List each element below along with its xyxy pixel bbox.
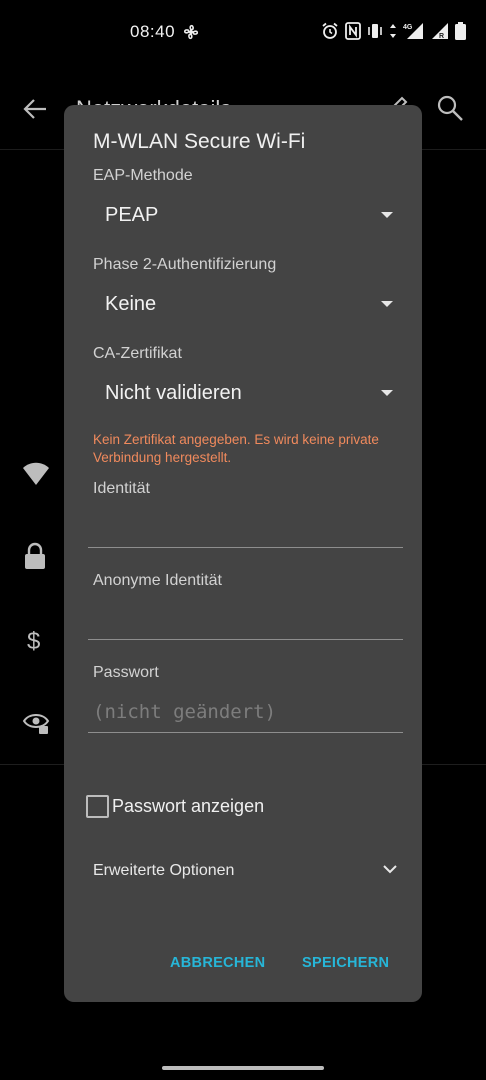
anonymous-identity-field-container	[88, 600, 403, 640]
ca-certificate-value: Nicht validieren	[105, 382, 242, 404]
show-password-checkbox[interactable]	[86, 794, 109, 818]
password-field[interactable]	[93, 695, 393, 729]
password-label: Passwort	[93, 664, 159, 681]
home-indicator[interactable]	[162, 1066, 324, 1070]
show-password-row[interactable]: Passwort anzeigen	[86, 793, 264, 819]
identity-field-container	[88, 508, 403, 548]
password-field-container	[88, 693, 403, 733]
ca-certificate-label: CA-Zertifikat	[93, 345, 182, 362]
eap-method-dropdown[interactable]: PEAP	[93, 196, 393, 236]
show-password-label[interactable]: Passwort anzeigen	[112, 796, 264, 817]
save-button[interactable]: SPEICHERN	[302, 955, 389, 971]
eap-method-dropdown-arrow-icon	[381, 212, 393, 218]
eap-method-value: PEAP	[105, 204, 159, 226]
phase2-auth-dropdown-arrow-icon	[381, 301, 393, 307]
phase2-auth-value: Keine	[105, 293, 157, 315]
identity-field[interactable]	[93, 510, 393, 544]
advanced-options-label: Erweiterte Optionen	[93, 862, 235, 879]
phase2-auth-dropdown[interactable]: Keine	[93, 285, 393, 325]
identity-label: Identität	[93, 480, 150, 497]
ca-certificate-dropdown-arrow-icon	[381, 390, 393, 396]
anonymous-identity-label: Anonyme Identität	[93, 572, 222, 589]
advanced-options-row[interactable]: Erweiterte Optionen	[93, 859, 398, 885]
certificate-warning: Kein Zertifikat angegeben. Es wird keine…	[93, 432, 379, 465]
dialog-title: M-WLAN Secure Wi-Fi	[93, 130, 306, 153]
chevron-down-icon[interactable]	[382, 863, 398, 875]
eap-method-label: EAP-Methode	[93, 167, 193, 184]
cancel-button[interactable]: ABBRECHEN	[170, 955, 265, 971]
wifi-config-dialog: M-WLAN Secure Wi-Fi EAP-Methode PEAP Pha…	[64, 105, 422, 1002]
anonymous-identity-field[interactable]	[93, 602, 393, 636]
ca-certificate-dropdown[interactable]: Nicht validieren	[93, 374, 393, 414]
phase2-auth-label: Phase 2-Authentifizierung	[93, 256, 277, 273]
